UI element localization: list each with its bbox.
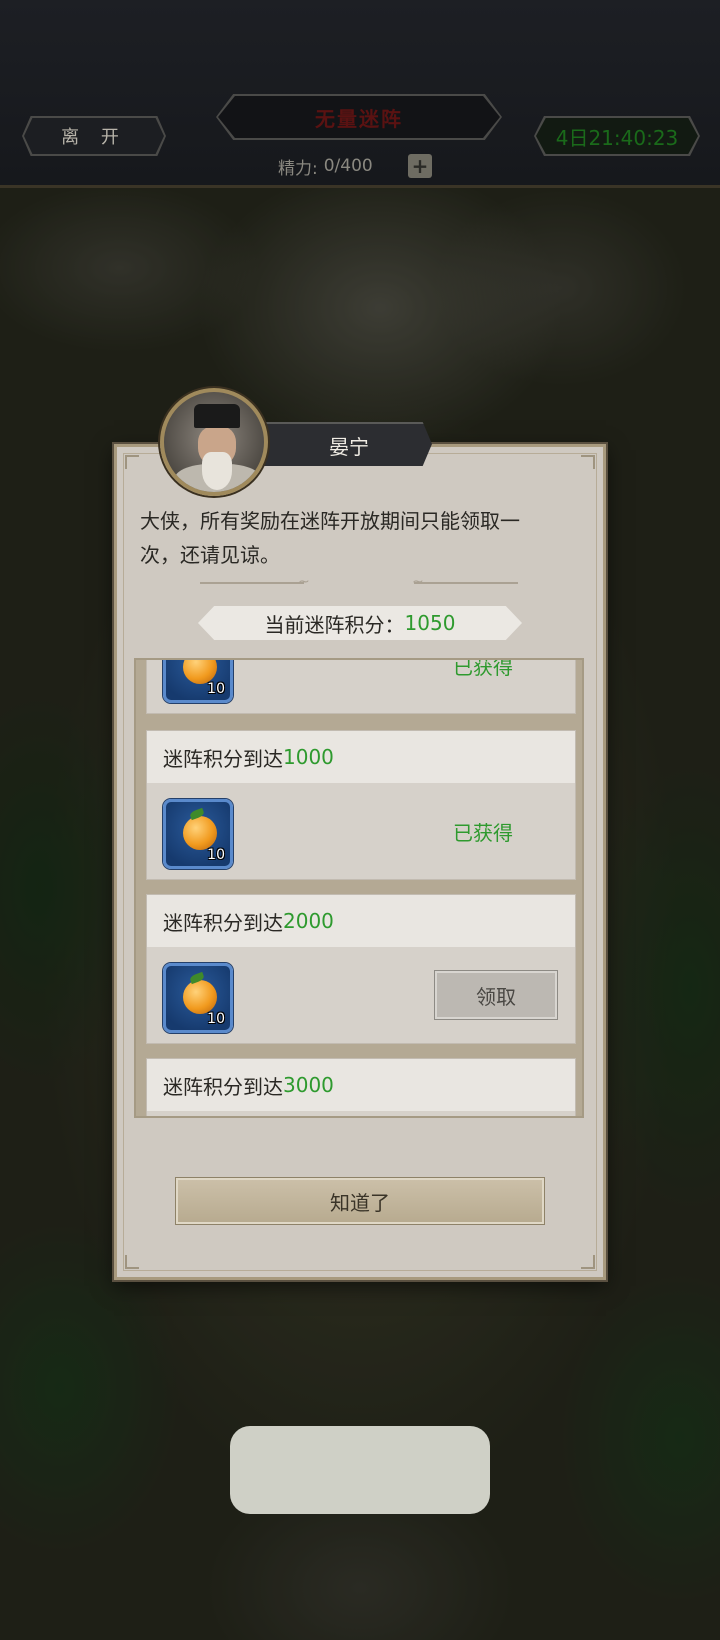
reward-card: 迷阵积分到达 2000 10 领取 bbox=[146, 894, 576, 1044]
add-energy-button[interactable]: + bbox=[408, 154, 432, 178]
corner-ornament bbox=[125, 1255, 139, 1269]
energy-value: 0/400 bbox=[323, 156, 373, 176]
reward-threshold-value: 3000 bbox=[283, 1073, 334, 1097]
current-score-plate: 当前迷阵积分： 1050 bbox=[198, 606, 522, 640]
stage-title: 无量迷阵 bbox=[315, 106, 403, 131]
divider-ornament bbox=[200, 582, 304, 584]
current-score-value: 1050 bbox=[404, 611, 456, 635]
countdown-timer-plate: 4日21:40:23 bbox=[534, 116, 700, 156]
reward-card-body bbox=[147, 1111, 575, 1116]
reward-card: 10 已获得 bbox=[146, 658, 576, 714]
reward-card-body: 10 已获得 bbox=[147, 783, 575, 879]
divider-swirl-icon: ~ bbox=[298, 574, 310, 590]
ok-button[interactable]: 知道了 bbox=[176, 1178, 544, 1224]
stage-title-plate: 无量迷阵 bbox=[216, 94, 502, 140]
orange-fruit-icon[interactable]: 10 bbox=[163, 799, 233, 869]
corner-ornament bbox=[125, 455, 139, 469]
countdown-timer: 4日21:40:23 bbox=[555, 125, 679, 150]
orange-fruit-icon[interactable]: 10 bbox=[163, 660, 233, 703]
corner-ornament bbox=[581, 455, 595, 469]
ok-button-label: 知道了 bbox=[330, 1190, 390, 1215]
reward-status-obtained: 已获得 bbox=[453, 658, 513, 679]
reward-threshold-label: 迷阵积分到达 bbox=[163, 746, 283, 771]
bottom-placeholder-panel bbox=[230, 1426, 490, 1514]
item-quantity: 10 bbox=[207, 847, 225, 863]
reward-threshold-label: 迷阵积分到达 bbox=[163, 1074, 283, 1099]
reward-card-header: 迷阵积分到达 3000 bbox=[147, 1059, 575, 1111]
dialog-message: 大侠，所有奖励在迷阵开放期间只能领取一 次，还请见谅。 bbox=[140, 504, 580, 572]
reward-threshold-value: 1000 bbox=[283, 745, 334, 769]
dialog-message-line: 次，还请见谅。 bbox=[140, 543, 280, 567]
energy-display: 精力: 0/400 bbox=[278, 154, 373, 179]
npc-portrait-icon bbox=[160, 388, 268, 496]
reward-card-header: 迷阵积分到达 2000 bbox=[147, 895, 575, 947]
leave-button[interactable]: 离 开 bbox=[22, 116, 166, 156]
reward-threshold-label: 迷阵积分到达 bbox=[163, 910, 283, 935]
reward-card-body: 10 领取 bbox=[147, 947, 575, 1043]
item-quantity: 10 bbox=[207, 1011, 225, 1027]
reward-threshold-value: 2000 bbox=[283, 909, 334, 933]
dialog-message-line: 大侠，所有奖励在迷阵开放期间只能领取一 bbox=[140, 509, 520, 533]
divider-ornament bbox=[414, 582, 518, 584]
reward-card-header: 迷阵积分到达 1000 bbox=[147, 731, 575, 783]
claim-button-label: 领取 bbox=[476, 984, 516, 1009]
reward-card: 迷阵积分到达 3000 bbox=[146, 1058, 576, 1116]
reward-card: 迷阵积分到达 1000 10 已获得 bbox=[146, 730, 576, 880]
divider-swirl-icon: ~ bbox=[412, 574, 424, 590]
plus-icon: + bbox=[411, 154, 429, 178]
reward-status-obtained: 已获得 bbox=[453, 821, 513, 845]
reward-list[interactable]: 10 已获得 迷阵积分到达1000 10 已获得 迷阵积分到达2000 10 bbox=[134, 658, 584, 1118]
corner-ornament bbox=[581, 1255, 595, 1269]
item-quantity: 10 bbox=[207, 681, 225, 697]
reward-card-body: 10 已获得 bbox=[147, 658, 575, 713]
claim-reward-button[interactable]: 领取 bbox=[435, 971, 557, 1019]
npc-name-plate: 晏宁 bbox=[246, 422, 432, 466]
npc-name: 晏宁 bbox=[329, 434, 369, 459]
current-score-label: 当前迷阵积分： bbox=[264, 612, 405, 637]
leave-button-label: 离 开 bbox=[61, 127, 127, 148]
orange-fruit-icon[interactable]: 10 bbox=[163, 963, 233, 1033]
top-bar: 离 开 无量迷阵 4日21:40:23 精力: 0/400 + bbox=[0, 0, 720, 188]
energy-label: 精力: bbox=[278, 158, 318, 179]
